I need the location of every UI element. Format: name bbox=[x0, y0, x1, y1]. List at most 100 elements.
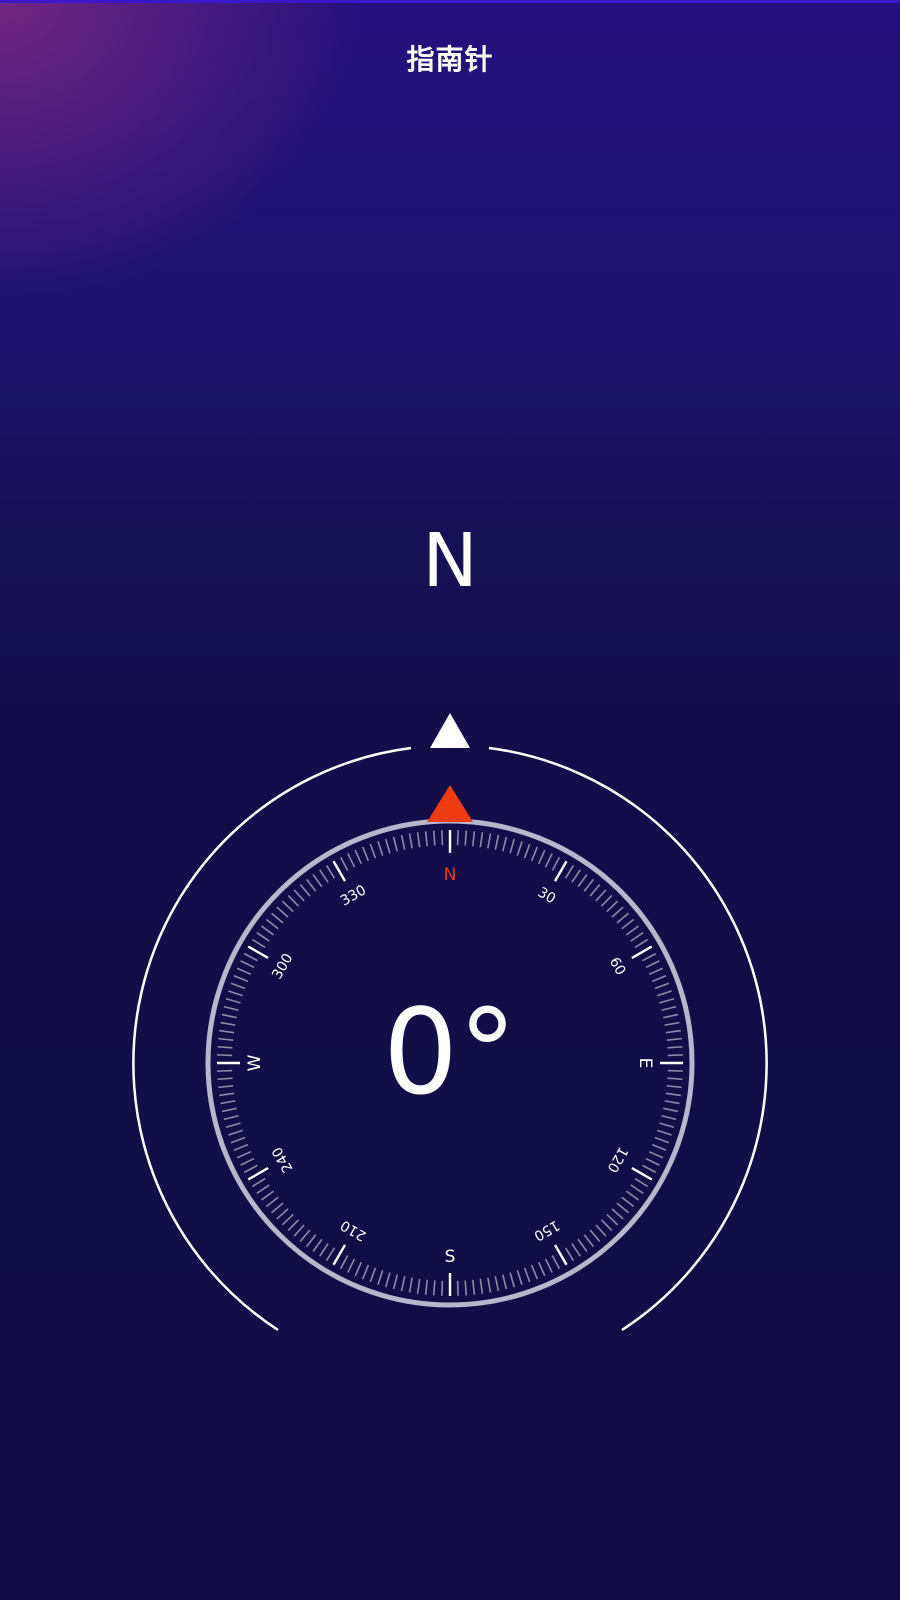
dial-tick bbox=[416, 1278, 421, 1294]
dial-tick bbox=[236, 967, 252, 976]
dial-tick bbox=[281, 900, 294, 913]
dial-tick bbox=[377, 841, 384, 856]
dial-tick bbox=[464, 1280, 468, 1296]
dial-tick bbox=[293, 1224, 305, 1237]
dial-tick bbox=[516, 1270, 523, 1285]
dial-tick bbox=[312, 874, 323, 888]
dial-tick bbox=[299, 883, 311, 897]
dial-tick bbox=[416, 832, 421, 848]
dial-tick bbox=[432, 1280, 436, 1296]
dial-tick bbox=[645, 960, 660, 969]
dial-tick bbox=[305, 878, 317, 892]
dial-tick bbox=[659, 1122, 675, 1128]
dial-tick bbox=[600, 1219, 613, 1232]
dial-tick bbox=[606, 1213, 619, 1226]
dial-tick bbox=[651, 1143, 667, 1152]
dial-tick bbox=[621, 918, 635, 930]
dial-tick bbox=[630, 932, 644, 942]
dial-tick bbox=[251, 1177, 266, 1188]
degree-label-330: 330 bbox=[338, 882, 369, 909]
degree-label-300: 300 bbox=[269, 951, 296, 982]
dial-tick bbox=[424, 1279, 429, 1295]
dial-tick bbox=[625, 1190, 639, 1201]
dial-tick bbox=[319, 869, 329, 883]
dial-tick bbox=[332, 1244, 347, 1266]
dial-tick bbox=[240, 960, 255, 969]
dial-tick bbox=[661, 1114, 677, 1121]
dial-tick bbox=[247, 945, 269, 960]
dial-tick bbox=[487, 1277, 492, 1293]
dial-tick bbox=[651, 974, 667, 983]
dial-tick bbox=[611, 906, 624, 918]
dial-tick bbox=[551, 856, 561, 871]
dial-tick bbox=[471, 831, 476, 847]
dial-tick bbox=[339, 856, 349, 871]
dial-tick bbox=[634, 938, 649, 949]
dial-tick bbox=[509, 838, 515, 854]
dial-tick bbox=[261, 925, 275, 936]
dial-tick bbox=[648, 1150, 664, 1159]
dial-tick bbox=[583, 1234, 595, 1248]
dial-tick bbox=[616, 912, 630, 924]
dial-tick bbox=[325, 1247, 336, 1262]
dial-tick bbox=[544, 1258, 553, 1273]
dial-tick bbox=[479, 832, 484, 848]
dial-tick bbox=[265, 1196, 279, 1208]
dial-tick bbox=[247, 1166, 269, 1181]
dial-tick bbox=[621, 1196, 635, 1208]
dial-tick bbox=[400, 1276, 406, 1292]
dial-tick bbox=[530, 846, 539, 862]
dial-tick bbox=[240, 1157, 255, 1166]
degree-label-150: 150 bbox=[531, 1217, 562, 1244]
dial-tick bbox=[589, 1229, 601, 1243]
dial-tick bbox=[293, 889, 305, 902]
cardinal-north: N bbox=[444, 865, 457, 885]
dial-tick bbox=[225, 1122, 241, 1128]
dial-tick bbox=[276, 906, 289, 918]
dial-tick bbox=[408, 833, 413, 849]
dial-tick bbox=[494, 1276, 500, 1292]
dial-tick bbox=[432, 830, 436, 846]
dial-tick bbox=[369, 1267, 377, 1283]
dial-tick bbox=[256, 932, 270, 942]
dial-tick bbox=[571, 1243, 581, 1257]
dial-tick bbox=[577, 874, 588, 888]
dial-tick bbox=[354, 849, 363, 865]
dial-tick bbox=[595, 1224, 607, 1237]
dial-tick bbox=[261, 1190, 275, 1201]
dial-tick bbox=[281, 1213, 294, 1226]
dial-tick bbox=[233, 1143, 249, 1152]
dial-tick bbox=[501, 836, 508, 852]
dial-tick bbox=[634, 1177, 649, 1188]
dial-tick bbox=[305, 1234, 317, 1248]
dial-tick bbox=[256, 1184, 270, 1194]
dial-tick bbox=[616, 1202, 630, 1214]
dial-tick bbox=[377, 1270, 384, 1285]
dial-tick bbox=[537, 849, 546, 865]
dial-tick bbox=[523, 843, 531, 859]
dial-tick bbox=[325, 864, 336, 879]
dial-tick bbox=[631, 1166, 653, 1181]
dial-tick bbox=[392, 1274, 399, 1290]
dial-tick bbox=[471, 1279, 476, 1295]
dial-tick bbox=[424, 831, 429, 847]
dial-tick bbox=[530, 1264, 539, 1280]
dial-tick bbox=[347, 1258, 356, 1273]
degree-label-210: 210 bbox=[338, 1217, 369, 1244]
dial-tick bbox=[456, 830, 459, 846]
dial-tick bbox=[595, 889, 607, 902]
dial-tick bbox=[479, 1278, 484, 1294]
dial-tick bbox=[236, 1150, 252, 1159]
dial-tick bbox=[270, 1202, 284, 1214]
dial-tick bbox=[645, 1157, 660, 1166]
dial-tick bbox=[223, 1114, 239, 1121]
dial-tick bbox=[312, 1238, 323, 1252]
dial-tick bbox=[494, 834, 500, 850]
dial-tick bbox=[339, 1255, 349, 1270]
dial-tick bbox=[642, 1164, 657, 1174]
dial-tick bbox=[516, 841, 523, 856]
dial-tick bbox=[501, 1274, 508, 1290]
degree-label-120: 120 bbox=[604, 1144, 631, 1175]
dial-tick bbox=[553, 860, 568, 882]
dial-tick bbox=[657, 1129, 672, 1136]
